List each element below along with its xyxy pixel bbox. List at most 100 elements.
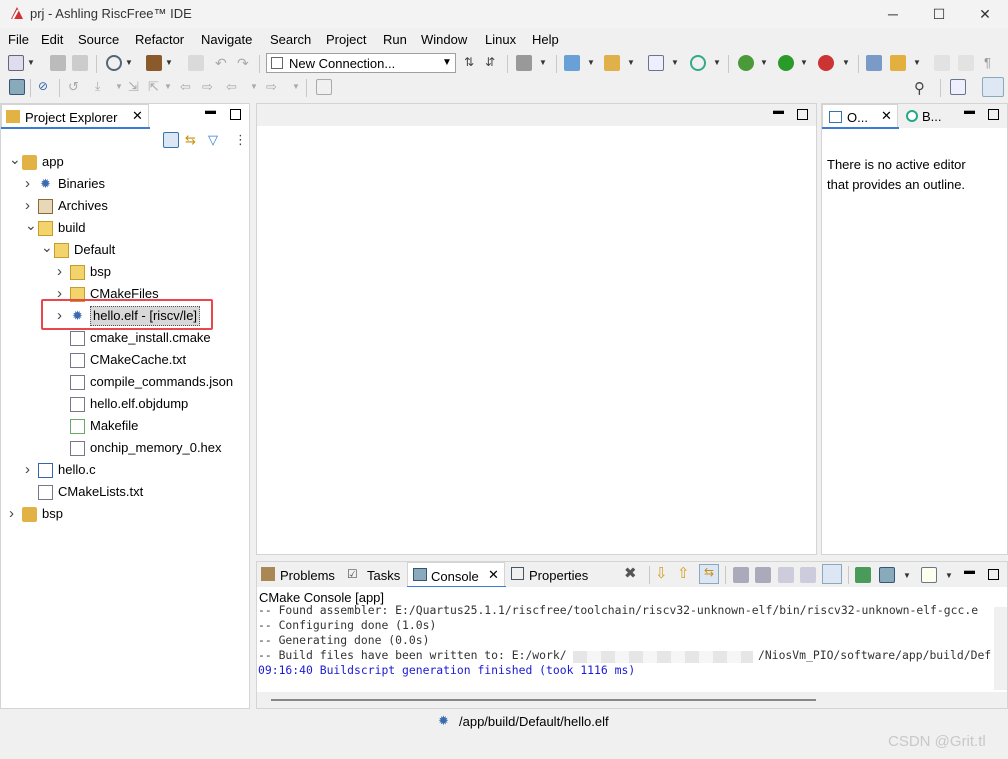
connect-icon[interactable]: ⇅: [464, 55, 480, 71]
chevron-down-icon[interactable]: ▼: [913, 58, 921, 67]
menu-project[interactable]: Project: [326, 32, 366, 47]
doc-two-icon[interactable]: [958, 55, 974, 71]
menu-help[interactable]: Help: [532, 32, 559, 47]
menu-refactor[interactable]: Refactor: [135, 32, 184, 47]
terminal-icon[interactable]: [516, 55, 532, 71]
chevron-down-icon[interactable]: ▼: [115, 82, 123, 91]
tree-item[interactable]: CMakeCache.txt: [1, 349, 249, 371]
connection-select[interactable]: New Connection... ▼: [266, 53, 456, 73]
tree-item[interactable]: ⌄ build: [1, 217, 249, 239]
collapse-all-icon[interactable]: [163, 132, 179, 148]
tab-tasks[interactable]: Tasks: [367, 568, 400, 583]
open-console-icon[interactable]: [855, 567, 871, 583]
menu-run[interactable]: Run: [383, 32, 407, 47]
new-cpp-project-icon[interactable]: [564, 55, 580, 71]
tree-item[interactable]: › Archives: [1, 195, 249, 217]
minimize-button[interactable]: ─: [870, 0, 916, 28]
minimize-view-icon[interactable]: ▬: [773, 105, 784, 117]
last-edit-icon[interactable]: ⇦: [180, 79, 196, 95]
undo-icon[interactable]: ↶: [215, 55, 231, 71]
console-icon[interactable]: [9, 79, 25, 95]
menu-file[interactable]: File: [8, 32, 29, 47]
close-icon[interactable]: ✕: [881, 108, 892, 124]
external-tools-icon[interactable]: [818, 55, 834, 71]
tree-item[interactable]: › hello.c: [1, 459, 249, 481]
collapse-chevron-icon[interactable]: ›: [25, 459, 30, 481]
redo-icon[interactable]: ↷: [237, 55, 253, 71]
menu-window[interactable]: Window: [421, 32, 467, 47]
scrollbar-thumb[interactable]: [271, 699, 816, 701]
close-icon[interactable]: ✕: [132, 108, 143, 124]
chevron-down-icon[interactable]: ▼: [164, 82, 172, 91]
minimize-view-icon[interactable]: ▬: [964, 565, 975, 577]
annotation-icon[interactable]: ⤓: [95, 79, 111, 95]
prev-annotation-icon[interactable]: ⇱: [148, 79, 164, 95]
chevron-down-icon[interactable]: ▼: [587, 58, 595, 67]
scroll-lock-icon[interactable]: [733, 567, 749, 583]
maximize-view-icon[interactable]: [988, 569, 999, 580]
tree-item[interactable]: ⌄ Default: [1, 239, 249, 261]
refresh-icon[interactable]: [690, 55, 706, 71]
step-icon[interactable]: ↺: [68, 79, 84, 95]
open-perspective-icon[interactable]: [950, 79, 966, 95]
pilcrow-icon[interactable]: ¶: [984, 55, 1000, 71]
menu-edit[interactable]: Edit: [41, 32, 63, 47]
chevron-down-icon[interactable]: ▼: [250, 82, 258, 91]
chevron-down-icon[interactable]: ▼: [539, 58, 547, 67]
binary-file-icon[interactable]: [188, 55, 204, 71]
tree-item[interactable]: CMakeLists.txt: [1, 481, 249, 503]
chevron-down-icon[interactable]: ▼: [27, 58, 35, 67]
menu-navigate[interactable]: Navigate: [201, 32, 252, 47]
terminate-icon[interactable]: ✖: [624, 564, 637, 582]
menu-search[interactable]: Search: [270, 32, 311, 47]
chevron-down-icon[interactable]: ▼: [713, 58, 721, 67]
maximize-view-icon[interactable]: [797, 109, 808, 120]
maximize-view-icon[interactable]: [230, 109, 241, 120]
vertical-scrollbar[interactable]: [994, 607, 1007, 690]
maximize-button[interactable]: ☐: [916, 0, 962, 28]
tab-breakpoints[interactable]: B...: [904, 104, 954, 128]
back-icon[interactable]: ⇦: [226, 79, 242, 95]
doc-icon[interactable]: [934, 55, 950, 71]
tree-item[interactable]: compile_commands.json: [1, 371, 249, 393]
run-icon[interactable]: [778, 55, 794, 71]
tree-item[interactable]: › bsp: [1, 503, 249, 525]
pin-editor-icon[interactable]: [316, 79, 332, 95]
save-icon[interactable]: [50, 55, 66, 71]
c-perspective-icon[interactable]: [982, 77, 1004, 97]
chevron-down-icon[interactable]: ▼: [800, 58, 808, 67]
new-icon[interactable]: [8, 55, 24, 71]
view-menu-icon[interactable]: ⋮: [234, 132, 250, 148]
open-folder-icon[interactable]: [604, 55, 620, 71]
edit-location-icon[interactable]: ⇨: [202, 79, 218, 95]
horizontal-scrollbar[interactable]: [257, 692, 1007, 708]
search-icon[interactable]: ⚲: [914, 79, 930, 97]
tree-item[interactable]: ⌄ app: [1, 151, 249, 173]
new-console-icon[interactable]: [921, 567, 937, 583]
collapse-chevron-icon[interactable]: ›: [9, 503, 14, 525]
arrow-down-icon[interactable]: ⇩: [655, 564, 668, 582]
link-editor-icon[interactable]: ⇆: [185, 132, 201, 148]
chevron-down-icon[interactable]: ▼: [165, 58, 173, 67]
save-all-icon[interactable]: [72, 55, 88, 71]
minimize-view-icon[interactable]: ▬: [964, 105, 975, 117]
arrow-up-icon[interactable]: ⇧: [677, 564, 690, 582]
tab-properties[interactable]: Properties: [529, 568, 588, 583]
pin-console-icon[interactable]: [800, 567, 816, 583]
tree-item[interactable]: Makefile: [1, 415, 249, 437]
chevron-down-icon[interactable]: ▼: [292, 82, 300, 91]
expand-chevron-icon[interactable]: ⌄: [41, 236, 53, 258]
rocket-icon[interactable]: [890, 55, 906, 71]
disconnect-icon[interactable]: ⇵: [485, 55, 501, 71]
minimize-view-icon[interactable]: ▬: [205, 105, 216, 117]
chevron-down-icon[interactable]: ▼: [903, 571, 911, 580]
chevron-down-icon[interactable]: ▼: [945, 571, 953, 580]
collapse-chevron-icon[interactable]: ›: [25, 173, 30, 195]
maximize-view-icon[interactable]: [988, 109, 999, 120]
expand-chevron-icon[interactable]: ⌄: [9, 148, 21, 170]
tab-console-active[interactable]: Console ✕: [407, 562, 505, 587]
tree-item[interactable]: hello.elf.objdump: [1, 393, 249, 415]
debug-settings-icon[interactable]: [106, 55, 122, 71]
chevron-down-icon[interactable]: ▼: [671, 58, 679, 67]
close-button[interactable]: ✕: [962, 0, 1008, 28]
